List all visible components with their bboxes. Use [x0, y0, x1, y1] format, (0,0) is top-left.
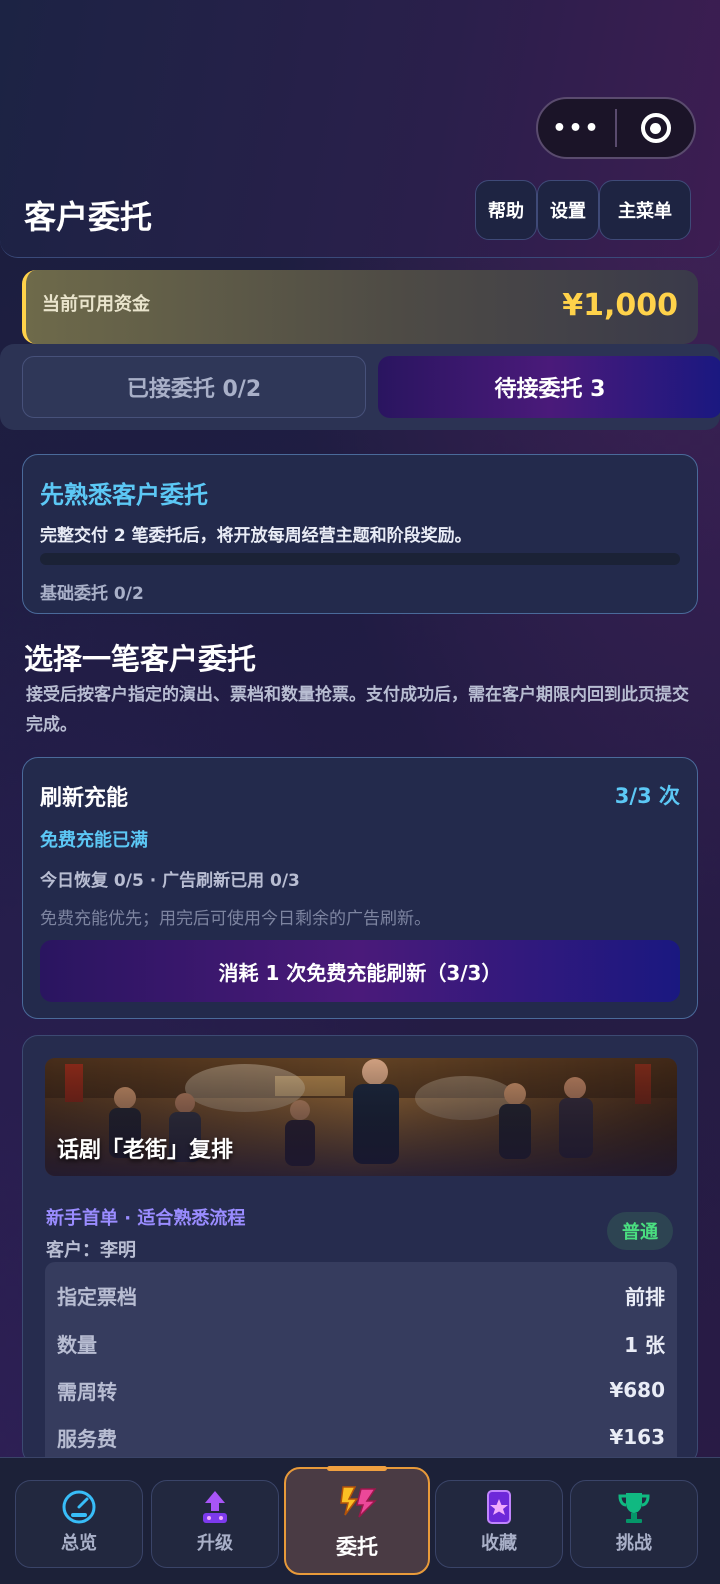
detail-value: 前排 [625, 1284, 665, 1309]
nav-label: 升级 [197, 1533, 233, 1554]
detail-key: 数量 [57, 1332, 97, 1357]
detail-row-ticket-tier: 指定票档 前排 [57, 1280, 665, 1310]
detail-row-capital: 需周转 ¥680 [57, 1375, 665, 1405]
detail-key: 需周转 [57, 1379, 117, 1404]
difficulty-badge: 普通 [607, 1212, 673, 1250]
nav-item-commission[interactable]: 委托 [284, 1466, 430, 1575]
intro-description: 完整交付 2 笔委托后，将开放每周经营主题和阶段奖励。 [40, 526, 472, 546]
refresh-card: 刷新充能 3/3 次 免费充能已满 今日恢复 0/5 · 广告刷新已用 0/3 … [22, 757, 698, 1019]
commission-card[interactable]: 话剧「老街」复排 新手首单 · 适合熟悉流程 客户：李明 普通 指定票档 前排 … [22, 1035, 698, 1472]
section-description: 接受后按客户指定的演出、票档和数量抢票。支付成功后，需在客户期限内回到此页提交完… [26, 685, 689, 735]
mini-program-capsule: ••• [536, 97, 696, 159]
commission-tag: 新手首单 · 适合熟悉流程 [46, 1208, 246, 1229]
refresh-title: 刷新充能 [40, 786, 129, 811]
refresh-note: 免费充能优先；用完后可使用今日剩余的广告刷新。 [40, 909, 431, 929]
refresh-count: 3/3 次 [614, 784, 680, 808]
nav-item-upgrade[interactable]: 升级 [151, 1480, 279, 1568]
refresh-button[interactable]: 消耗 1 次免费充能刷新（3/3） [40, 940, 680, 1002]
nav-label: 收藏 [481, 1533, 517, 1554]
more-icon[interactable]: ••• [538, 116, 615, 141]
commission-banner-image: 话剧「老街」复排 [45, 1058, 677, 1176]
lightning-commission-icon [333, 1481, 381, 1525]
commission-banner-title: 话剧「老街」复排 [57, 1138, 234, 1163]
nav-label: 挑战 [616, 1533, 652, 1554]
tab-accepted-commissions[interactable]: 已接委托 0/2 [22, 356, 366, 418]
funds-value: ¥1,000 [562, 288, 678, 323]
help-button[interactable]: 帮助 [475, 180, 537, 240]
detail-value: 1 张 [624, 1332, 665, 1357]
funds-label: 当前可用资金 [42, 294, 150, 315]
nav-label: 委托 [336, 1535, 378, 1559]
detail-key: 服务费 [57, 1426, 117, 1451]
commission-client: 客户：李明 [46, 1240, 136, 1261]
detail-row-service-fee: 服务费 ¥163 [57, 1422, 665, 1452]
active-indicator [327, 1466, 387, 1471]
intro-progress-bar [40, 553, 680, 565]
main-menu-button[interactable]: 主菜单 [599, 180, 691, 240]
nav-item-overview[interactable]: 总览 [15, 1480, 143, 1568]
trophy-icon [614, 1487, 654, 1531]
upgrade-arrow-icon [195, 1487, 235, 1531]
gauge-icon [59, 1487, 99, 1531]
commission-details: 指定票档 前排 数量 1 张 需周转 ¥680 服务费 ¥163 [45, 1262, 677, 1472]
header: ••• 客户委托 帮助 设置 主菜单 [0, 0, 720, 258]
funds-panel: 当前可用资金 ¥1,000 [22, 270, 698, 344]
detail-value: ¥163 [609, 1425, 665, 1449]
nav-item-challenge[interactable]: 挑战 [570, 1480, 698, 1568]
close-target-icon[interactable] [617, 113, 694, 143]
commission-tabs: 已接委托 0/2 待接委托 3 [0, 344, 720, 430]
intro-progress-label: 基础委托 0/2 [40, 584, 144, 604]
nav-label: 总览 [61, 1533, 97, 1554]
detail-row-quantity: 数量 1 张 [57, 1328, 665, 1358]
bottom-nav: 总览 升级 委托 收藏 挑战 [0, 1457, 720, 1584]
intro-card: 先熟悉客户委托 完整交付 2 笔委托后，将开放每周经营主题和阶段奖励。 基础委托… [22, 454, 698, 614]
tab-pending-commissions[interactable]: 待接委托 3 [378, 356, 720, 418]
refresh-stats: 今日恢复 0/5 · 广告刷新已用 0/3 [40, 871, 300, 891]
detail-key: 指定票档 [57, 1284, 137, 1309]
refresh-status: 免费充能已满 [40, 830, 148, 851]
detail-value: ¥680 [609, 1378, 665, 1402]
section-title: 选择一笔客户委托 [24, 642, 257, 676]
nav-item-collection[interactable]: 收藏 [435, 1480, 563, 1568]
intro-title: 先熟悉客户委托 [40, 481, 208, 509]
settings-button[interactable]: 设置 [537, 180, 599, 240]
star-card-icon [479, 1487, 519, 1531]
page-title: 客户委托 [24, 198, 153, 236]
